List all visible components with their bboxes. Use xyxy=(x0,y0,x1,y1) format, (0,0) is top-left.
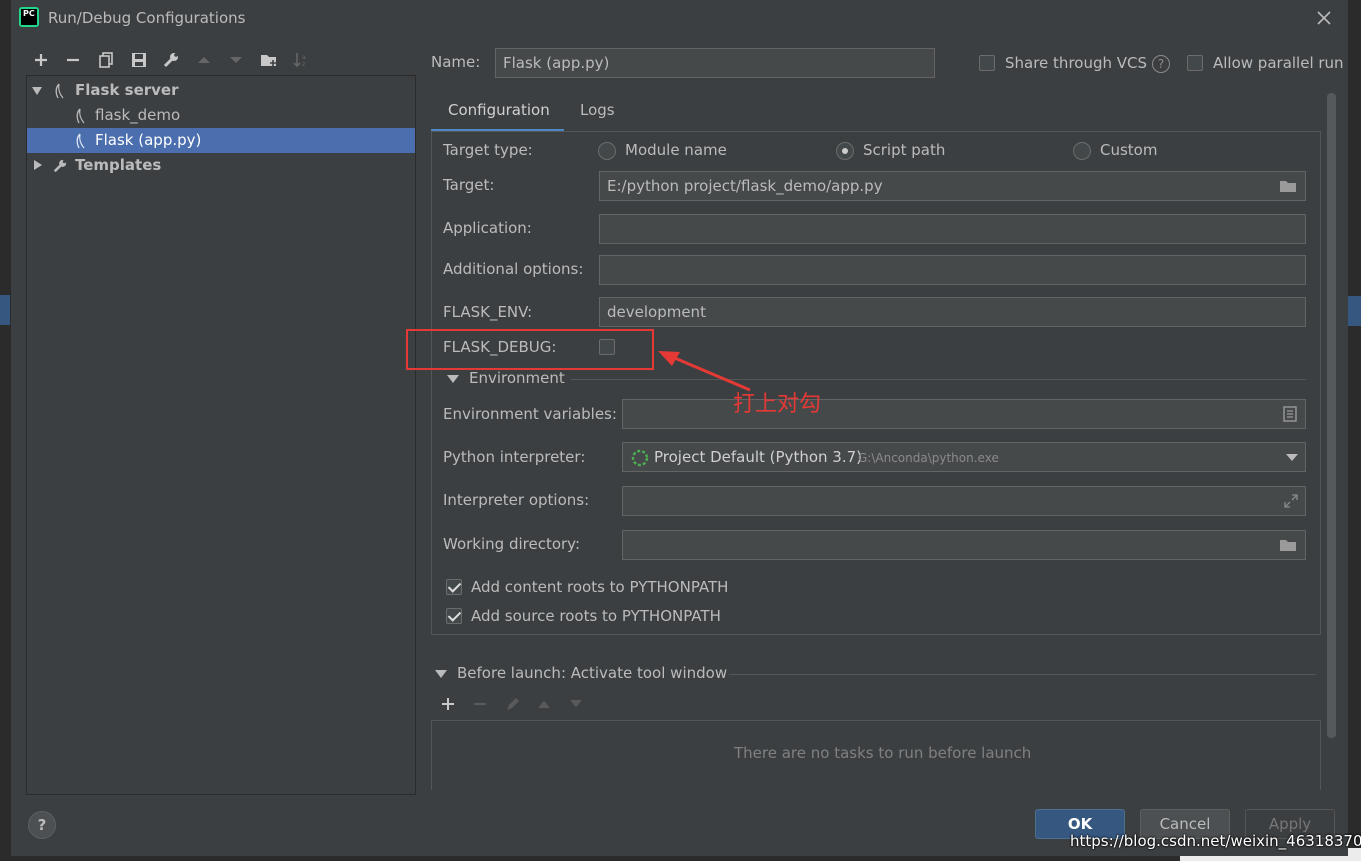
configuration-tree: Flask server flask_demo Flask (app.py) T… xyxy=(26,75,416,795)
chevron-down-icon[interactable] xyxy=(435,669,447,679)
radio-custom[interactable] xyxy=(1073,142,1091,160)
folder-icon[interactable] xyxy=(1279,178,1297,194)
wrench-icon[interactable] xyxy=(162,51,180,69)
python-interpreter-select[interactable]: Project Default (Python 3.7) G:\Anconda\… xyxy=(622,442,1306,472)
add-content-roots-label: Add content roots to PYTHONPATH xyxy=(471,578,729,596)
run-debug-configurations-dialog: PC Run/Debug Configurations az Flask ser… xyxy=(10,0,1348,856)
remove-task-icon xyxy=(474,703,486,705)
dropdown-arrow-icon xyxy=(1286,454,1298,461)
move-task-up-icon xyxy=(538,701,550,708)
tree-item-label: Flask (app.py) xyxy=(95,131,202,149)
edit-task-icon xyxy=(507,698,519,710)
interpreter-name: Project Default (Python 3.7) xyxy=(654,448,862,466)
name-label: Name: xyxy=(431,53,481,71)
chevron-down-icon[interactable] xyxy=(447,374,459,384)
help-button[interactable]: ? xyxy=(28,811,56,839)
allow-parallel-checkbox[interactable] xyxy=(1187,55,1203,71)
remove-icon[interactable] xyxy=(64,51,82,69)
annotation-text: 打上对勾 xyxy=(733,392,822,417)
target-input[interactable]: E:/python project/flask_demo/app.py xyxy=(599,171,1306,201)
flask-icon xyxy=(76,133,85,149)
radio-script-path-label: Script path xyxy=(863,141,946,159)
move-up-icon xyxy=(195,51,213,69)
background-selection-band xyxy=(0,295,10,325)
expand-icon[interactable] xyxy=(1283,493,1299,509)
new-folder-icon[interactable] xyxy=(260,51,278,69)
chevron-right-icon[interactable] xyxy=(33,160,43,170)
tree-group-flask-server[interactable]: Flask server xyxy=(27,78,415,103)
tree-group-label: Flask server xyxy=(75,81,179,99)
wrench-icon xyxy=(53,159,67,173)
watermark: https://blog.csdn.net/weixin_46318370 xyxy=(1070,832,1361,850)
allow-parallel-label: Allow parallel run xyxy=(1213,54,1344,72)
interpreter-loading-icon xyxy=(631,449,649,467)
tree-item-label: flask_demo xyxy=(95,106,181,124)
flask-env-input[interactable]: development xyxy=(599,297,1306,327)
move-down-icon xyxy=(227,51,245,69)
save-icon[interactable] xyxy=(130,51,148,69)
interpreter-options-label: Interpreter options: xyxy=(443,491,590,509)
share-vcs-checkbox[interactable] xyxy=(979,55,995,71)
target-type-label: Target type: xyxy=(443,141,533,159)
app-icon-text: PC xyxy=(21,9,37,25)
additional-options-input[interactable] xyxy=(599,255,1306,285)
application-label: Application: xyxy=(443,219,532,237)
background-editor-left xyxy=(0,0,10,861)
add-source-roots-checkbox[interactable] xyxy=(446,608,462,624)
flask-icon xyxy=(55,83,64,99)
folder-icon[interactable] xyxy=(1279,537,1297,553)
svg-text:z: z xyxy=(302,61,305,68)
annotation-highlight-box xyxy=(406,329,654,370)
background-selection-band xyxy=(1348,296,1361,326)
sort-icon: az xyxy=(292,51,310,69)
radio-script-path[interactable] xyxy=(836,142,854,160)
move-task-down-icon xyxy=(570,700,582,707)
dialog-title: Run/Debug Configurations xyxy=(48,9,246,27)
templates-label: Templates xyxy=(75,156,162,174)
flask-icon xyxy=(76,108,85,124)
radio-module-name-label: Module name xyxy=(625,141,727,159)
interpreter-path: G:\Anconda\python.exe xyxy=(858,451,999,465)
before-launch-label: Before launch: Activate tool window xyxy=(457,664,728,682)
share-vcs-label: Share through VCS xyxy=(1005,54,1148,72)
vertical-scrollbar[interactable] xyxy=(1327,93,1336,738)
svg-text:a: a xyxy=(302,54,306,61)
before-launch-separator xyxy=(729,674,1316,675)
interpreter-options-input[interactable] xyxy=(622,486,1306,516)
working-directory-input[interactable] xyxy=(622,530,1306,560)
tree-item-flask-demo[interactable]: flask_demo xyxy=(27,103,415,128)
copy-icon[interactable] xyxy=(97,51,115,69)
pycharm-app-icon: PC xyxy=(19,7,39,27)
add-task-icon[interactable] xyxy=(441,697,455,711)
radio-custom-label: Custom xyxy=(1100,141,1158,159)
title-bar: PC Run/Debug Configurations xyxy=(11,0,1348,38)
tab-configuration[interactable]: Configuration xyxy=(448,101,550,119)
radio-module-name[interactable] xyxy=(598,142,616,160)
close-icon[interactable] xyxy=(1314,8,1334,28)
python-interpreter-label: Python interpreter: xyxy=(443,448,586,466)
env-vars-input[interactable] xyxy=(622,399,1306,429)
tree-item-flask-app-py[interactable]: Flask (app.py) xyxy=(27,128,415,153)
tree-group-templates[interactable]: Templates xyxy=(27,153,415,178)
help-circle-icon[interactable]: ? xyxy=(1152,55,1170,73)
env-vars-label: Environment variables: xyxy=(443,405,617,423)
environment-section-label: Environment xyxy=(469,369,565,387)
additional-options-label: Additional options: xyxy=(443,260,584,278)
working-directory-label: Working directory: xyxy=(443,535,581,553)
application-input[interactable] xyxy=(599,214,1306,244)
chevron-down-icon[interactable] xyxy=(32,86,42,96)
add-source-roots-label: Add source roots to PYTHONPATH xyxy=(471,607,721,625)
target-label: Target: xyxy=(443,176,495,194)
document-icon[interactable] xyxy=(1283,406,1297,422)
add-icon[interactable] xyxy=(32,51,50,69)
background-editor-right xyxy=(1348,0,1361,861)
tab-logs[interactable]: Logs xyxy=(580,101,615,119)
before-launch-empty-text: There are no tasks to run before launch xyxy=(734,744,1032,762)
add-content-roots-checkbox[interactable] xyxy=(446,579,462,595)
name-input[interactable]: Flask (app.py) xyxy=(495,48,935,78)
flask-env-label: FLASK_ENV: xyxy=(443,303,533,321)
